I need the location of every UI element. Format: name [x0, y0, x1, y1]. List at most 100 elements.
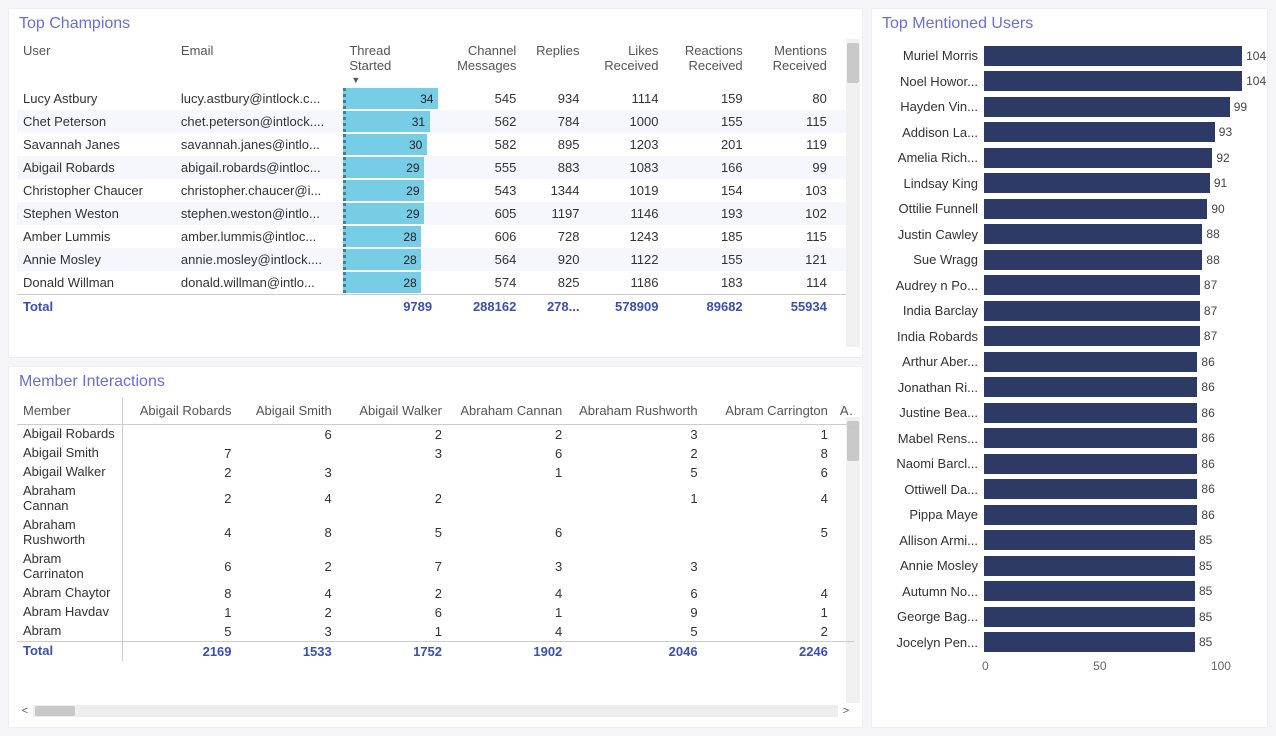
cell-value: 4 — [448, 622, 568, 642]
col-member[interactable]: Member — [17, 397, 122, 425]
table-row[interactable]: Abigail Robardsabigail.robards@intloc...… — [17, 156, 854, 179]
chart-bar-row[interactable]: Allison Armi...85 — [882, 528, 1257, 554]
hscroll-right-arrow-icon[interactable]: > — [838, 703, 854, 719]
col-replies[interactable]: Replies — [522, 39, 585, 87]
table-row[interactable]: Stephen Westonstephen.weston@intlo...296… — [17, 202, 854, 225]
cell-user: Amber Lummis — [17, 225, 175, 248]
col-abraham-cannan[interactable]: Abraham Cannan — [448, 397, 568, 425]
cell-likes: 1203 — [585, 133, 664, 156]
table-row[interactable]: Abigail Smith73628 — [17, 444, 854, 463]
col-channel-messages[interactable]: Channel Messages — [438, 39, 522, 87]
hscroll-left-arrow-icon[interactable]: < — [17, 703, 33, 719]
chart-bar-value: 86 — [1201, 457, 1214, 471]
cell-likes: 1146 — [585, 202, 664, 225]
table-row[interactable]: Abram Havdav126191 — [17, 603, 854, 622]
cell-email: donald.willman@intlo... — [175, 271, 343, 295]
cell-channel: 543 — [438, 179, 522, 202]
chart-bar-row[interactable]: Annie Mosley85 — [882, 553, 1257, 579]
table-row[interactable]: Abram531452 — [17, 622, 854, 642]
cell-value: 3 — [568, 550, 703, 584]
chart-bar-row[interactable]: Naomi Barcl...86 — [882, 451, 1257, 477]
cell-value: 5 — [122, 622, 237, 642]
chart-bar-row[interactable]: Addison La...93 — [882, 120, 1257, 146]
chart-bar-value: 85 — [1199, 533, 1212, 547]
cell-channel: 582 — [438, 133, 522, 156]
scrollbar-thumb[interactable] — [847, 43, 859, 83]
table-row[interactable]: Annie Mosleyannie.mosley@intlock....2856… — [17, 248, 854, 271]
col-overflow[interactable]: A — [834, 397, 854, 425]
chart-bar-value: 87 — [1204, 329, 1217, 343]
col-abigail-robards[interactable]: Abigail Robards — [122, 397, 237, 425]
chart-bar-row[interactable]: Justin Cawley88 — [882, 222, 1257, 248]
table-row[interactable]: Donald Willmandonald.willman@intlo...285… — [17, 271, 854, 295]
member-interactions-hscroll[interactable]: < > — [17, 703, 854, 719]
cell-reactions: 159 — [664, 87, 748, 110]
table-row[interactable]: Abram Carrinaton62733 — [17, 550, 854, 584]
cell-email: chet.peterson@intlock.... — [175, 110, 343, 133]
chart-bar-label: Muriel Morris — [882, 48, 984, 63]
chart-bar-row[interactable]: Jocelyn Pen...85 — [882, 630, 1257, 656]
cell-member: Abram — [17, 622, 122, 642]
col-user[interactable]: User — [17, 39, 175, 87]
table-row[interactable]: Christopher Chaucerchristopher.chaucer@i… — [17, 179, 854, 202]
cell-channel: 564 — [438, 248, 522, 271]
cell-member: Abraham Rushworth — [17, 516, 122, 550]
chart-bar-row[interactable]: Ottiwell Da...86 — [882, 477, 1257, 503]
hscroll-track[interactable] — [33, 705, 838, 717]
chart-bar-row[interactable]: India Barclay87 — [882, 298, 1257, 324]
cell-value: 6 — [568, 584, 703, 603]
table-row[interactable]: Abraham Rushworth48565 — [17, 516, 854, 550]
col-abigail-walker[interactable]: Abigail Walker — [338, 397, 448, 425]
scrollbar-thumb[interactable] — [35, 706, 75, 716]
chart-bar-row[interactable]: India Robards87 — [882, 324, 1257, 350]
table-row[interactable]: Abram Chaytor842464 — [17, 584, 854, 603]
chart-bar-row[interactable]: Justine Bea...86 — [882, 400, 1257, 426]
table-row[interactable]: Amber Lummisamber.lummis@intloc...286067… — [17, 225, 854, 248]
chart-bar-row[interactable]: George Bag...85 — [882, 604, 1257, 630]
sort-desc-icon[interactable]: ▼ — [349, 75, 432, 85]
chart-bar-row[interactable]: Hayden Vin...99 — [882, 94, 1257, 120]
col-mentions-received[interactable]: Mentions Received — [749, 39, 833, 87]
col-ment-l1: Mentions — [774, 43, 827, 58]
table-row[interactable]: Abigail Robards62231 — [17, 425, 854, 445]
chart-bar-row[interactable]: Mabel Rens...86 — [882, 426, 1257, 452]
top-champions-scrollbar[interactable] — [846, 39, 860, 347]
col-email[interactable]: Email — [175, 39, 343, 87]
cell-value: 1 — [704, 603, 834, 622]
cell-value: 4 — [704, 482, 834, 516]
chart-bar-row[interactable]: Pippa Maye86 — [882, 502, 1257, 528]
chart-bar-row[interactable]: Ottilie Funnell90 — [882, 196, 1257, 222]
chart-bar-label: Annie Mosley — [882, 558, 984, 573]
chart-bar-row[interactable]: Muriel Morris104 — [882, 43, 1257, 69]
chart-bar-row[interactable]: Lindsay King91 — [882, 171, 1257, 197]
cell-channel: 545 — [438, 87, 522, 110]
col-likes-received[interactable]: Likes Received — [585, 39, 664, 87]
chart-bar-row[interactable]: Sue Wragg88 — [882, 247, 1257, 273]
table-row[interactable]: Savannah Janessavannah.janes@intlo...305… — [17, 133, 854, 156]
chart-bar-row[interactable]: Arthur Aber...86 — [882, 349, 1257, 375]
chart-bar-row[interactable]: Noel Howor...104 — [882, 69, 1257, 95]
cell-thread-bar: 28 — [343, 271, 438, 295]
table-row[interactable]: Abraham Cannan24214 — [17, 482, 854, 516]
axis-tick: 100 — [1211, 659, 1231, 673]
cell-value: 5 — [568, 463, 703, 482]
chart-bar-row[interactable]: Audrey n Po...87 — [882, 273, 1257, 299]
member-interactions-total-row: Total216915331752190220462246 — [17, 641, 854, 661]
col-abraham-rushworth[interactable]: Abraham Rushworth — [568, 397, 703, 425]
table-row[interactable]: Abigail Walker23156 — [17, 463, 854, 482]
chart-bar-row[interactable]: Autumn No...85 — [882, 579, 1257, 605]
col-abigail-smith[interactable]: Abigail Smith — [238, 397, 338, 425]
cell-mentions: 121 — [749, 248, 833, 271]
table-row[interactable]: Chet Petersonchet.peterson@intlock....31… — [17, 110, 854, 133]
chart-bar-value: 104 — [1246, 74, 1266, 88]
col-reactions-received[interactable]: Reactions Received — [664, 39, 748, 87]
col-thread-started[interactable]: Thread Started ▼ — [343, 39, 438, 87]
chart-bar-fill — [984, 275, 1200, 295]
table-row[interactable]: Lucy Astburylucy.astbury@intlock.c...345… — [17, 87, 854, 110]
chart-bar-row[interactable]: Amelia Rich...92 — [882, 145, 1257, 171]
col-abram-carrington[interactable]: Abram Carrington — [704, 397, 834, 425]
cell-value: 1 — [338, 622, 448, 642]
cell-replies: 825 — [522, 271, 585, 295]
chart-bar-row[interactable]: Jonathan Ri...86 — [882, 375, 1257, 401]
cell-likes: 1114 — [585, 87, 664, 110]
